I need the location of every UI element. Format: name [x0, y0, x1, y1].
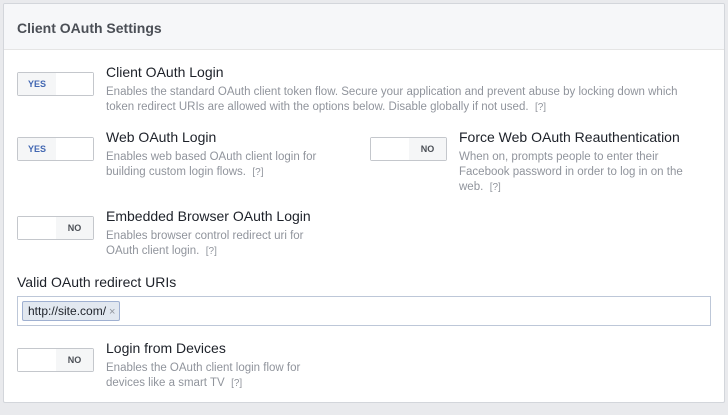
toggle-knob — [18, 349, 57, 371]
client-oauth-login-toggle[interactable]: YES — [17, 72, 94, 96]
redirect-uris-input[interactable]: http://site.com/× — [17, 296, 711, 326]
login-from-devices-toggle[interactable]: NO — [17, 348, 94, 372]
toggle-knob — [18, 217, 57, 239]
embedded-browser-oauth-login-toggle[interactable]: NO — [17, 216, 94, 240]
login-from-devices-description: Enables the OAuth client login flow for … — [106, 362, 301, 389]
uri-token-text: http://site.com/ — [28, 304, 107, 318]
web-oauth-login-title: Web OAuth Login — [106, 129, 217, 145]
uri-token: http://site.com/× — [22, 301, 121, 321]
toggle-yes-label: YES — [18, 138, 57, 160]
help-link[interactable]: [?] — [252, 167, 263, 178]
force-web-oauth-reauth-toggle[interactable]: NO — [370, 137, 447, 161]
toggle-knob — [56, 138, 93, 160]
client-oauth-login-title: Client OAuth Login — [106, 64, 224, 80]
client-oauth-login-description: Enables the standard OAuth client token … — [106, 86, 678, 113]
panel-title: Client OAuth Settings — [17, 20, 162, 36]
toggle-no-label: NO — [56, 349, 93, 371]
web-oauth-login-toggle[interactable]: YES — [17, 137, 94, 161]
toggle-yes-label: YES — [18, 73, 57, 95]
embedded-browser-oauth-login-title: Embedded Browser OAuth Login — [106, 208, 311, 224]
login-from-devices-title: Login from Devices — [106, 340, 226, 356]
force-web-oauth-reauth-title: Force Web OAuth Reauthentication — [459, 129, 680, 145]
help-link[interactable]: [?] — [206, 246, 217, 257]
help-link[interactable]: [?] — [231, 378, 242, 389]
toggle-knob — [371, 138, 410, 160]
remove-token-icon[interactable]: × — [109, 306, 115, 318]
toggle-no-label: NO — [56, 217, 93, 239]
panel-header: Client OAuth Settings — [4, 4, 724, 50]
toggle-knob — [56, 73, 93, 95]
client-oauth-settings-panel: Client OAuth Settings YES Client OAuth L… — [3, 3, 725, 403]
help-link[interactable]: [?] — [535, 102, 546, 113]
help-link[interactable]: [?] — [490, 182, 501, 193]
force-web-oauth-reauth-description: When on, prompts people to enter their F… — [459, 151, 683, 193]
redirect-uris-label: Valid OAuth redirect URIs — [17, 274, 177, 290]
web-oauth-login-description: Enables web based OAuth client login for… — [106, 151, 317, 178]
embedded-browser-oauth-login-description: Enables browser control redirect uri for… — [106, 230, 304, 257]
toggle-no-label: NO — [409, 138, 446, 160]
